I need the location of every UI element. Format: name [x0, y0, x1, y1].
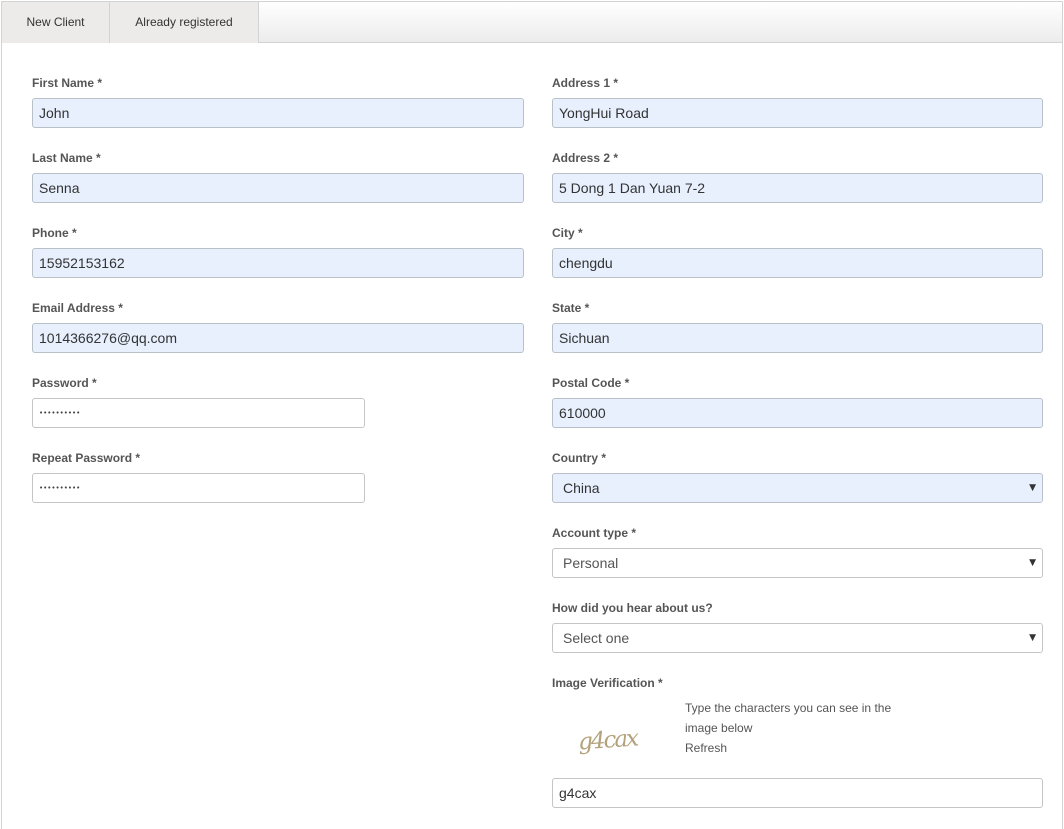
city-field[interactable]: chengdu	[552, 248, 1043, 278]
address2-field[interactable]: 5 Dong 1 Dan Yuan 7-2	[552, 173, 1043, 203]
heard-about-label: How did you hear about us?	[552, 601, 713, 615]
postal-code-label: Postal Code *	[552, 376, 630, 390]
heard-about-selected-value: Select one	[563, 630, 630, 646]
email-label: Email Address *	[32, 301, 123, 315]
captcha-instruction-line2: image below	[685, 721, 753, 735]
captcha-image: g4cax	[577, 725, 640, 755]
city-label: City *	[552, 226, 583, 240]
chevron-down-icon: ▼	[1029, 633, 1036, 643]
tab-bar: New Client Already registered	[2, 2, 1062, 43]
captcha-input[interactable]: g4cax	[552, 778, 1043, 808]
address2-label: Address 2 *	[552, 151, 619, 165]
address1-label: Address 1 *	[552, 76, 619, 90]
captcha-instruction-line1: Type the characters you can see in the	[685, 701, 892, 715]
captcha-text: g4cax	[577, 725, 640, 755]
tab-new-client[interactable]: New Client	[2, 2, 110, 43]
repeat-password-label: Repeat Password *	[32, 451, 141, 465]
country-select[interactable]: China ▼	[552, 473, 1043, 503]
state-label: State *	[552, 301, 590, 315]
heard-about-select[interactable]: Select one ▼	[552, 623, 1043, 653]
phone-field[interactable]: 15952153162	[32, 248, 524, 278]
state-field[interactable]: Sichuan	[552, 323, 1043, 353]
password-field[interactable]: ••••••••••	[32, 398, 365, 428]
chevron-down-icon: ▼	[1029, 483, 1036, 493]
refresh-captcha-link[interactable]: Refresh	[685, 738, 727, 758]
country-selected-value: China	[563, 480, 600, 496]
address1-field[interactable]: YongHui Road	[552, 98, 1043, 128]
postal-code-field[interactable]: 610000	[552, 398, 1043, 428]
repeat-password-field[interactable]: ••••••••••	[32, 473, 365, 503]
password-label: Password *	[32, 376, 97, 390]
last-name-field[interactable]: Senna	[32, 173, 524, 203]
country-label: Country *	[552, 451, 606, 465]
verification-label: Image Verification *	[552, 676, 663, 690]
email-field[interactable]: 1014366276@qq.com	[32, 323, 524, 353]
tab-already-registered[interactable]: Already registered	[110, 2, 259, 43]
account-type-label: Account type *	[552, 526, 637, 540]
phone-label: Phone *	[32, 226, 77, 240]
account-type-selected-value: Personal	[563, 555, 619, 571]
last-name-label: Last Name *	[32, 151, 101, 165]
chevron-down-icon: ▼	[1029, 558, 1036, 568]
account-type-select[interactable]: Personal ▼	[552, 548, 1043, 578]
first-name-field[interactable]: John	[32, 98, 524, 128]
first-name-label: First Name *	[32, 76, 103, 90]
